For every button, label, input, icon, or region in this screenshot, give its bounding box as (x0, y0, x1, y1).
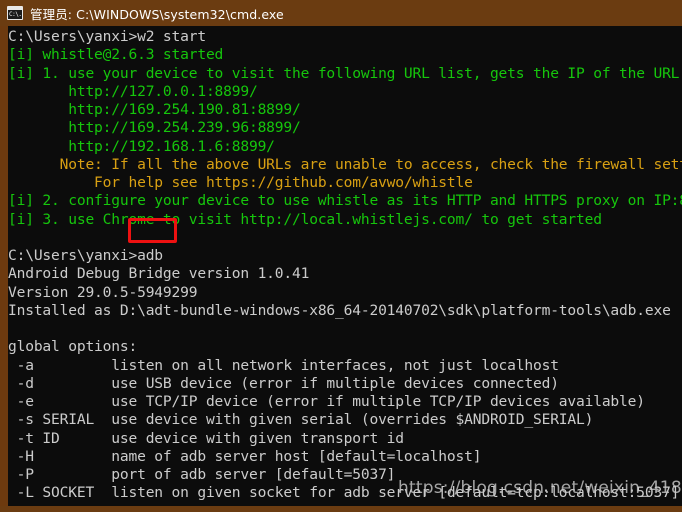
terminal-line: [i] 1. use your device to visit the foll… (8, 64, 682, 82)
terminal-line: Installed as D:\adt-bundle-windows-x86_6… (8, 301, 671, 319)
window-title: 管理员: C:\WINDOWS\system32\cmd.exe (30, 6, 284, 22)
terminal-line: http://169.254.239.96:8899/ (8, 119, 301, 137)
terminal-line: [i] whistle@2.6.3 started (8, 46, 224, 64)
terminal-text: C:\Users\yanxi>w2 start [i] whistle@2.6.3… (8, 28, 682, 506)
terminal-line: C:\Users\yanxi>adb (8, 247, 163, 264)
terminal-line: -s SERIAL use device with given serial (… (8, 411, 594, 429)
terminal-line: -a listen on all network interfaces, not… (8, 356, 559, 374)
cmd-console-icon (7, 6, 23, 20)
terminal-line: -e use TCP/IP device (error if multiple … (8, 393, 645, 410)
terminal-line: -H name of adb server host [default=loca… (8, 447, 482, 465)
terminal-line: For help see https://github.com/avwo/whi… (8, 174, 473, 191)
terminal-line: -P port of adb server [default=5037] (8, 466, 396, 483)
terminal-line: [i] 2. configure your device to use whis… (8, 192, 682, 210)
console-output-area[interactable]: C:\Users\yanxi>w2 start [i] whistle@2.6.3… (8, 26, 682, 506)
terminal-line: http://127.0.0.1:8899/ (8, 82, 258, 100)
terminal-line: -t ID use device with given transport id (8, 429, 404, 447)
terminal-line: Version 29.0.5-5949299 (8, 283, 198, 301)
terminal-line: C:\Users\yanxi>w2 start (8, 28, 206, 45)
window-bottom-border (0, 506, 682, 512)
terminal-line: Android Debug Bridge version 1.0.41 (8, 265, 310, 283)
terminal-line: Note: If all the above URLs are unable t… (8, 155, 682, 173)
terminal-line: http://169.254.190.81:8899/ (8, 101, 301, 118)
terminal-line: -L SOCKET listen on given socket for adb… (8, 484, 680, 502)
terminal-line: global options: (8, 338, 138, 356)
cmd-window: 管理员: C:\WINDOWS\system32\cmd.exe C:\User… (0, 0, 682, 512)
terminal-line: [i] 3. use Chrome to visit http://local.… (8, 210, 602, 228)
terminal-line: http://192.168.1.6:8899/ (8, 137, 275, 155)
terminal-line: -d use USB device (error if multiple dev… (8, 374, 559, 392)
window-titlebar[interactable]: 管理员: C:\WINDOWS\system32\cmd.exe (0, 0, 682, 26)
